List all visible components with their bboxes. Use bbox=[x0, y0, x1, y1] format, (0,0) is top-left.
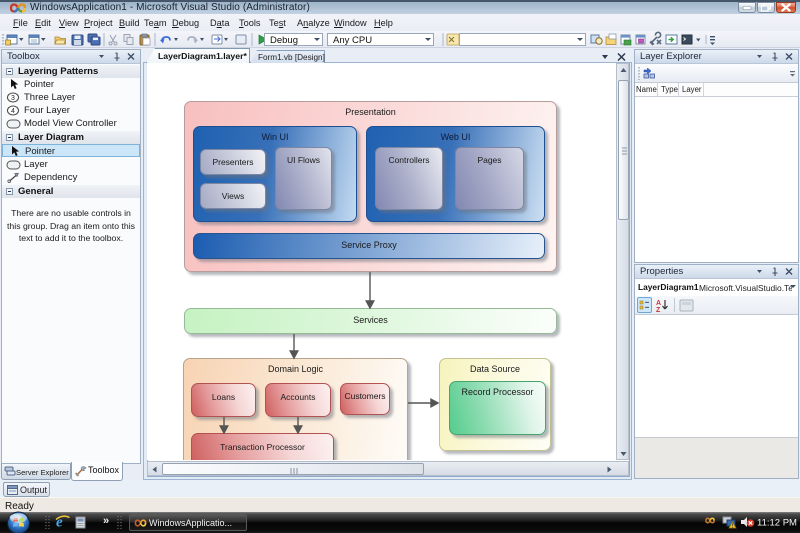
svg-text:3: 3 bbox=[11, 95, 15, 102]
svg-text:4: 4 bbox=[11, 108, 15, 115]
svg-text:»: » bbox=[103, 515, 109, 527]
svg-text:Z: Z bbox=[656, 307, 661, 313]
svg-text:11:12 PM: 11:12 PM bbox=[757, 518, 797, 529]
svg-text:A: A bbox=[656, 300, 661, 307]
